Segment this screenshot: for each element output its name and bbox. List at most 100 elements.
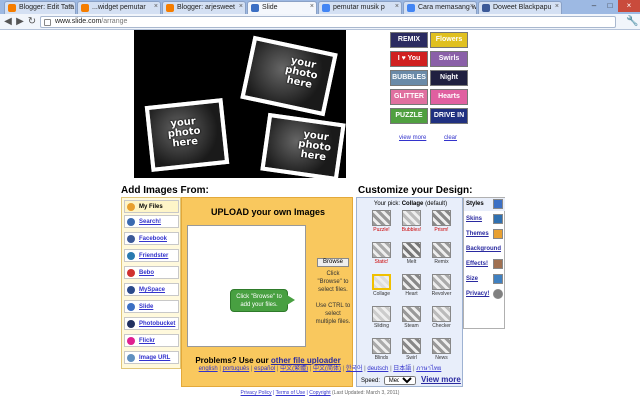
- clear-fonts-link[interactable]: clear: [444, 135, 457, 141]
- style-option[interactable]: Melt: [401, 242, 422, 268]
- speed-select[interactable]: Medium: [383, 376, 416, 385]
- font-option[interactable]: Hearts: [430, 89, 468, 105]
- font-option[interactable]: Swirls: [430, 51, 468, 67]
- star-icon: [493, 229, 503, 239]
- browser-tab[interactable]: Doweet Blackpapu ×: [478, 1, 562, 14]
- lang-link[interactable]: ภาษาไทย: [416, 366, 441, 372]
- category-styles[interactable]: Styles: [464, 198, 505, 211]
- lang-link[interactable]: 中文(繁體): [280, 366, 308, 372]
- copyright-link[interactable]: Copyright: [309, 390, 330, 396]
- lang-link[interactable]: português: [223, 366, 250, 372]
- font-option[interactable]: Flowers: [430, 32, 468, 48]
- tab-title: Blogger: arjesweet: [177, 4, 235, 11]
- font-option[interactable]: Night: [430, 70, 468, 86]
- close-tab-icon[interactable]: ×: [239, 3, 243, 10]
- lang-link[interactable]: 한국어: [346, 366, 363, 372]
- source-photobucket[interactable]: Photobucket: [124, 317, 179, 330]
- style-option[interactable]: Puzzle!: [371, 210, 392, 236]
- close-tab-icon[interactable]: ×: [395, 3, 399, 10]
- style-option[interactable]: Static!: [371, 242, 392, 268]
- minimize-icon[interactable]: –: [586, 0, 602, 12]
- browser-tab[interactable]: Blogger: arjesweet ×: [162, 1, 246, 14]
- view-more-styles-link[interactable]: View more: [421, 375, 461, 384]
- font-option[interactable]: PUZZLE: [390, 108, 428, 124]
- photo-placeholder: your photo here: [144, 98, 230, 172]
- style-thumbnail: [372, 306, 391, 322]
- browser-tab-active[interactable]: Slide ×: [247, 1, 317, 14]
- browse-button[interactable]: Browse: [317, 258, 349, 267]
- close-window-icon[interactable]: ×: [618, 0, 640, 12]
- file-list-area[interactable]: Click "Browse" to add your files.: [187, 225, 306, 347]
- last-updated: (Last Updated: March 3, 2011): [332, 390, 400, 396]
- reload-icon[interactable]: ↻: [26, 16, 38, 28]
- style-option[interactable]: Checker: [431, 306, 452, 332]
- lang-link[interactable]: english: [199, 366, 218, 372]
- source-friendster[interactable]: Friendster: [124, 249, 179, 262]
- style-thumbnail: [402, 242, 421, 258]
- style-option[interactable]: Remix: [431, 242, 452, 268]
- forward-arrow-icon[interactable]: ▶: [14, 16, 26, 28]
- style-option[interactable]: Swirl: [401, 338, 422, 364]
- lang-link[interactable]: 日本語: [393, 366, 411, 372]
- lang-link[interactable]: deutsch: [367, 366, 388, 372]
- source-search[interactable]: Search!: [124, 215, 179, 228]
- slide-icon: [251, 4, 259, 12]
- source-my-files[interactable]: My Files: [124, 200, 179, 213]
- style-option[interactable]: Bubbles!: [401, 210, 422, 236]
- close-tab-icon[interactable]: ×: [154, 3, 158, 10]
- close-tab-icon[interactable]: ×: [555, 3, 559, 10]
- source-facebook[interactable]: Facebook: [124, 232, 179, 245]
- browser-tab[interactable]: Cara memasang w ×: [403, 1, 477, 14]
- category-themes[interactable]: Themes: [464, 228, 505, 241]
- help-text: "Browse" to: [317, 279, 349, 285]
- font-option[interactable]: DRIVE IN: [430, 108, 468, 124]
- source-slide[interactable]: Slide: [124, 300, 179, 313]
- address-bar[interactable]: www.slide.com/arrange: [40, 16, 616, 28]
- category-background[interactable]: Background: [464, 243, 505, 256]
- font-option[interactable]: REMIX: [390, 32, 428, 48]
- category-privacy[interactable]: Privacy!: [464, 288, 505, 301]
- source-label: Facebook: [139, 236, 168, 242]
- browser-tab[interactable]: ...widget pemutar ×: [77, 1, 161, 14]
- source-myspace[interactable]: MySpace: [124, 283, 179, 296]
- privacy-policy-link[interactable]: Privacy Policy: [241, 390, 272, 396]
- style-option[interactable]: Prism!: [431, 210, 452, 236]
- close-tab-icon[interactable]: ×: [470, 3, 474, 10]
- category-label: Themes: [466, 231, 489, 237]
- browser-tab[interactable]: Blogger: Edit Tata ×: [4, 1, 76, 14]
- link-icon: [127, 354, 135, 362]
- category-size[interactable]: Size: [464, 273, 505, 286]
- style-option[interactable]: Revolver: [431, 274, 452, 300]
- font-option[interactable]: GLITTER: [390, 89, 428, 105]
- category-effects[interactable]: Effects!: [464, 258, 505, 271]
- skins-icon: [493, 214, 503, 224]
- style-option[interactable]: Steam: [401, 306, 422, 332]
- close-tab-icon[interactable]: ×: [69, 3, 73, 10]
- style-thumbnail: [432, 274, 451, 290]
- terms-of-use-link[interactable]: Terms of Use: [276, 390, 305, 396]
- wrench-icon[interactable]: 🔧: [626, 16, 638, 28]
- style-name: News: [435, 355, 448, 361]
- source-bebo[interactable]: Bebo: [124, 266, 179, 279]
- style-option[interactable]: Heart: [401, 274, 422, 300]
- search-icon: [127, 218, 135, 226]
- style-thumbnail: [402, 338, 421, 354]
- lang-link[interactable]: español: [254, 366, 275, 372]
- category-skins[interactable]: Skins: [464, 213, 505, 226]
- view-more-fonts-link[interactable]: view more: [399, 135, 426, 141]
- font-option[interactable]: I ♥ You: [390, 51, 428, 67]
- style-option[interactable]: Collage: [371, 274, 392, 300]
- back-arrow-icon[interactable]: ◀: [2, 16, 14, 28]
- style-name: Bubbles!: [401, 227, 422, 233]
- maximize-icon[interactable]: □: [602, 0, 618, 12]
- style-option[interactable]: Sliding: [371, 306, 392, 332]
- close-tab-icon[interactable]: ×: [310, 3, 314, 10]
- font-option[interactable]: BUBBLES: [390, 70, 428, 86]
- lang-link[interactable]: 中文(简体): [313, 366, 341, 372]
- style-thumbnail: [432, 338, 451, 354]
- source-flickr[interactable]: Flickr: [124, 334, 179, 347]
- browser-tab[interactable]: pemutar musik p ×: [318, 1, 402, 14]
- tab-title: Doweet Blackpapu: [493, 4, 552, 11]
- style-option[interactable]: Blinds: [371, 338, 392, 364]
- style-option[interactable]: News: [431, 338, 452, 364]
